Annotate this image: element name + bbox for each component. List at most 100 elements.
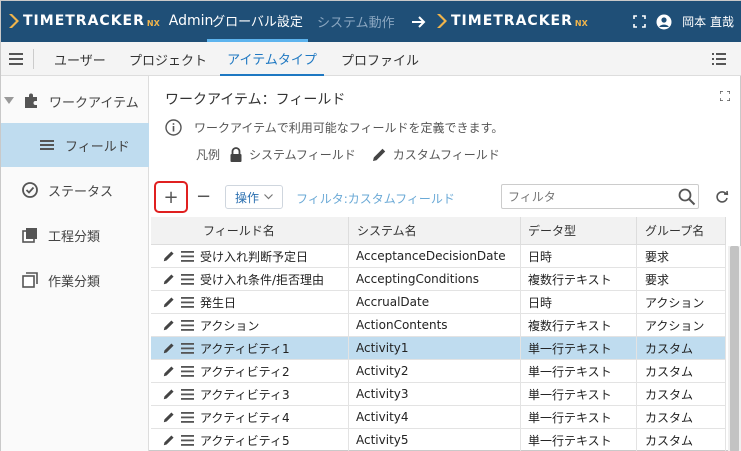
pencil-icon[interactable] [163,296,175,308]
group-name: カスタム [645,387,694,402]
drag-handle-icon[interactable] [181,434,194,446]
table-row[interactable]: 発生日 AccrualDate 日時 アクション [151,291,726,314]
pencil-icon[interactable] [163,250,175,262]
table-row[interactable]: アクティビティ5 Activity5 単一行テキスト カスタム [151,429,726,451]
sidebar-item-fields[interactable]: フィールド [1,123,149,167]
cell-field-name: 受け入れ条件/拒否理由 [151,268,349,290]
table-row[interactable]: 受け入れ判断予定日 AcceptanceDecisionDate 日時 要求 [151,245,726,268]
drag-handle-icon[interactable] [181,342,194,354]
hamburger-menu-icon[interactable] [9,53,23,65]
info-icon [165,119,182,136]
operation-dropdown[interactable]: 操作 [225,185,283,209]
main-panel: ワークアイテム：フィールド ワークアイテムで利用可能なフィールドを定義できます。… [150,76,741,451]
fields-table: フィールド名 システム名 データ型 グループ名 受け入れ判断予定日 Accept… [151,217,726,451]
cell-group-name: アクション [637,314,726,336]
cell-system-name: AcceptingConditions [349,268,521,290]
system-name: Activity1 [356,341,409,355]
table-row[interactable]: アクティビティ2 Activity2 単一行テキスト カスタム [151,360,726,383]
data-type: 日時 [528,249,553,264]
operation-label: 操作 [234,190,259,205]
sidebar-item-status[interactable]: ステータス [1,168,149,212]
table-row[interactable]: アクティビティ3 Activity3 単一行テキスト カスタム [151,383,726,406]
sidebar-item-work-classification[interactable]: 作業分類 [1,258,149,302]
fullscreen-icon[interactable] [633,15,646,28]
drag-handle-icon[interactable] [181,388,194,400]
field-name: 受け入れ条件/拒否理由 [200,272,325,287]
drag-handle-icon[interactable] [181,365,194,377]
expand-icon[interactable] [720,91,730,101]
pencil-icon[interactable] [163,411,175,423]
user-avatar-icon[interactable] [656,14,672,30]
nav-system-behavior[interactable]: システム動作 [317,1,395,42]
check-circle-icon [22,182,38,198]
column-header-group-name[interactable]: グループ名 [637,217,726,244]
column-header-data-type[interactable]: データ型 [521,217,637,244]
field-name: アクティビティ1 [200,341,290,356]
app-logo[interactable]: TIMETRACKER NX Admin [7,13,213,29]
pencil-icon[interactable] [163,434,175,446]
data-type: 単一行テキスト [528,410,612,425]
drag-handle-icon[interactable] [181,411,194,423]
table-row[interactable]: アクション ActionContents 複数行テキスト アクション [151,314,726,337]
drag-handle-icon[interactable] [181,296,194,308]
cell-data-type: 複数行テキスト [521,268,637,290]
table-row[interactable]: アクティビティ4 Activity4 単一行テキスト カスタム [151,406,726,429]
lock-icon [230,146,242,162]
drag-handle-icon[interactable] [181,319,194,331]
tab-item-types[interactable]: アイテムタイプ [220,42,324,76]
cell-group-name: カスタム [637,337,726,359]
divider [33,49,34,69]
system-name: Activity4 [356,410,409,424]
pencil-icon[interactable] [163,388,175,400]
remove-button[interactable]: − [196,186,211,207]
column-header-system-name[interactable]: システム名 [349,217,521,244]
cell-data-type: 日時 [521,291,637,313]
table-row[interactable]: 受け入れ条件/拒否理由 AcceptingConditions 複数行テキスト … [151,268,726,291]
pencil-icon[interactable] [163,365,175,377]
sidebar-item-process-classification[interactable]: 工程分類 [1,213,149,257]
pencil-icon[interactable] [163,273,175,285]
logo-text: TIMETRACKER [451,13,573,29]
remove-button-label: − [196,186,212,207]
scrollbar-thumb[interactable] [730,246,739,451]
cell-system-name: AcceptanceDecisionDate [349,245,521,267]
field-name: アクティビティ4 [200,410,290,425]
custom-field-filter-link[interactable]: フィルタ:カスタムフィールド [296,190,455,207]
filter-input[interactable] [501,184,699,209]
nav-global-settings[interactable]: グローバル設定 [207,1,308,42]
group-name: 要求 [645,249,670,264]
drag-handle-icon[interactable] [181,273,194,285]
refresh-icon[interactable] [715,190,729,204]
tab-projects[interactable]: プロジェクト [129,42,207,76]
pencil-icon[interactable] [163,342,175,354]
sidebar-item-work-items[interactable]: ワークアイテム [1,79,149,123]
pencil-icon[interactable] [163,319,175,331]
drag-handle-icon[interactable] [181,250,194,262]
tab-projects-label: プロジェクト [129,53,208,69]
tab-profiles[interactable]: プロファイル [341,42,419,76]
data-type: 日時 [528,295,553,310]
add-button-label: + [163,186,179,208]
app-logo-link[interactable]: TIMETRACKER NX [435,13,588,29]
search-icon[interactable] [678,188,696,206]
data-type: 単一行テキスト [528,341,612,356]
table-row[interactable]: アクティビティ1 Activity1 単一行テキスト カスタム [151,337,726,360]
cell-field-name: 受け入れ判断予定日 [151,245,349,267]
cell-data-type: 単一行テキスト [521,383,637,405]
caret-down-icon[interactable] [4,97,14,105]
user-name[interactable]: 岡本 直哉 [682,13,734,30]
tab-users[interactable]: ユーザー [54,42,106,76]
list-view-icon[interactable] [712,53,726,65]
add-button[interactable]: + [154,181,188,213]
field-name: アクティビティ5 [200,433,290,448]
cell-data-type: 単一行テキスト [521,337,637,359]
cell-field-name: アクティビティ5 [151,429,349,451]
vertical-scrollbar[interactable] [728,246,741,451]
field-name: アクティビティ2 [200,364,290,379]
sidebar-item-label: フィールド [65,139,130,155]
pencil-icon [372,148,385,161]
logo-suffix: NX [146,19,160,28]
column-header-field-name[interactable]: フィールド名 [151,217,349,244]
data-type: 単一行テキスト [528,433,612,448]
field-name: 発生日 [200,295,237,310]
